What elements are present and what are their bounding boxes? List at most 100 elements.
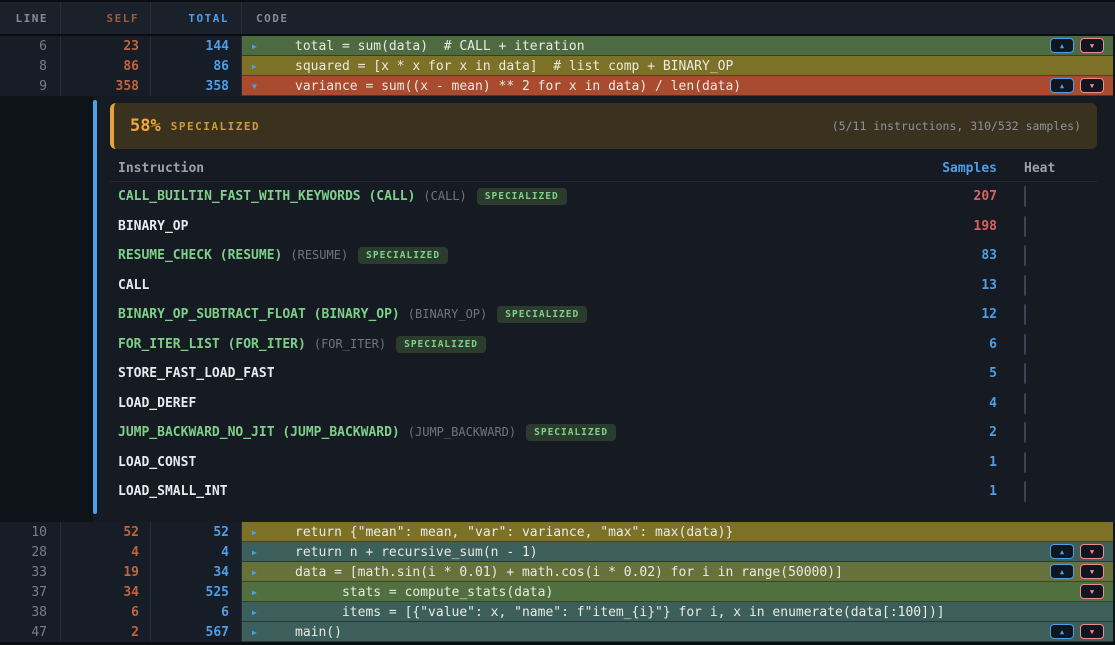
code-cell[interactable]: ▶ return {"mean": mean, "var": variance,… <box>242 522 1113 542</box>
expand-collapsed-icon[interactable]: ▶ <box>252 528 264 537</box>
heat-bar-track <box>1024 334 1026 355</box>
heat-bar-cell <box>1010 217 1097 236</box>
jump-up-button[interactable]: ▲ <box>1050 78 1074 93</box>
jump-down-button[interactable]: ▼ <box>1080 544 1104 559</box>
total-samples: 34 <box>151 562 242 582</box>
expand-collapsed-icon[interactable]: ▶ <box>252 628 264 637</box>
code-line-row-33: 33 19 34 ▶ data = [math.sin(i * 0.01) + … <box>0 562 1115 582</box>
instruction-row: LOAD_CONST 1 <box>110 448 1097 478</box>
opcode-name: CALL <box>118 278 149 293</box>
total-samples: 144 <box>151 36 242 56</box>
jump-up-button[interactable]: ▲ <box>1050 624 1074 639</box>
jump-down-button[interactable]: ▼ <box>1080 564 1104 579</box>
source-code: stats = compute_stats(data) <box>295 585 553 600</box>
code-cell[interactable]: ▶ main() ▲ ▼ <box>242 622 1113 642</box>
line-number: 10 <box>0 522 61 542</box>
line-number: 9 <box>0 76 61 96</box>
instruction-row: STORE_FAST_LOAD_FAST 5 <box>110 359 1097 389</box>
base-opcode: (RESUME) <box>290 248 348 262</box>
self-samples: 34 <box>61 582 151 602</box>
opcode-name: BINARY_OP <box>118 219 188 234</box>
heat-bar-cell <box>1010 276 1097 295</box>
header-line: LINE <box>0 2 61 34</box>
instruction-name: LOAD_DEREF <box>110 396 890 411</box>
instruction-name: CALL <box>110 278 890 293</box>
instruction-row: FOR_ITER_LIST (FOR_ITER)(FOR_ITER)SPECIA… <box>110 330 1097 360</box>
expand-collapsed-icon[interactable]: ▶ <box>252 588 264 597</box>
heat-bar-track <box>1024 304 1026 325</box>
opcode-name: FOR_ITER_LIST (FOR_ITER) <box>118 337 306 352</box>
self-samples: 86 <box>61 56 151 76</box>
heat-bar-track <box>1024 275 1026 296</box>
specialized-label: SPECIALIZED <box>171 120 260 133</box>
line-number: 6 <box>0 36 61 56</box>
panel-left-gutter <box>0 96 93 522</box>
base-opcode: (BINARY_OP) <box>408 307 487 321</box>
code-line-row-10: 10 52 52 ▶ return {"mean": mean, "var": … <box>0 522 1115 542</box>
heat-bar-cell <box>1010 305 1097 324</box>
code-cell[interactable]: ▶ items = [{"value": x, "name": f"item_{… <box>242 602 1113 622</box>
expand-collapsed-icon[interactable]: ▶ <box>252 42 264 51</box>
self-samples: 19 <box>61 562 151 582</box>
heat-bar-track <box>1024 186 1026 207</box>
jump-up-button[interactable]: ▲ <box>1050 38 1074 53</box>
specialization-banner: 58% SPECIALIZED (5/11 instructions, 310/… <box>110 103 1097 149</box>
instruction-name: BINARY_OP <box>110 219 890 234</box>
source-code: total = sum(data) # CALL + iteration <box>295 39 585 54</box>
sample-count: 5 <box>890 366 1010 381</box>
source-code: main() <box>295 625 342 640</box>
instruction-row: CALL_BUILTIN_FAST_WITH_KEYWORDS (CALL)(C… <box>110 182 1097 212</box>
expand-collapsed-icon[interactable]: ▶ <box>252 608 264 617</box>
self-samples: 2 <box>61 622 151 642</box>
sample-count: 198 <box>890 219 1010 234</box>
jump-down-button[interactable]: ▼ <box>1080 584 1104 599</box>
jump-down-button[interactable]: ▼ <box>1080 38 1104 53</box>
jump-down-button[interactable]: ▼ <box>1080 78 1104 93</box>
jump-up-button[interactable]: ▲ <box>1050 564 1074 579</box>
instruction-name: LOAD_CONST <box>110 455 890 470</box>
heat-bar-track <box>1024 363 1026 384</box>
expand-collapsed-icon[interactable]: ▶ <box>252 568 264 577</box>
code-cell[interactable]: ▶ stats = compute_stats(data) ▼ <box>242 582 1113 602</box>
specialized-badge: SPECIALIZED <box>396 336 486 353</box>
heat-bar-cell <box>1010 423 1097 442</box>
instruction-name: LOAD_SMALL_INT <box>110 484 890 499</box>
instruction-name: JUMP_BACKWARD_NO_JIT (JUMP_BACKWARD) (JUM… <box>110 424 890 441</box>
code-line-row-6: 6 23 144 ▶ total = sum(data) # CALL + it… <box>0 36 1115 56</box>
line-number: 28 <box>0 542 61 562</box>
code-cell[interactable]: ▶ squared = [x * x for x in data] # list… <box>242 56 1113 76</box>
code-cell[interactable]: ▶ return n + recursive_sum(n - 1) ▲ ▼ <box>242 542 1113 562</box>
opcode-name: LOAD_DEREF <box>118 396 196 411</box>
jump-down-button[interactable]: ▼ <box>1080 624 1104 639</box>
instruction-row: BINARY_OP 198 <box>110 212 1097 242</box>
source-code: variance = sum((x - mean) ** 2 for x in … <box>295 79 741 94</box>
heat-bar-track <box>1024 216 1026 237</box>
opcode-name: LOAD_CONST <box>118 455 196 470</box>
instruction-row: JUMP_BACKWARD_NO_JIT (JUMP_BACKWARD) (JUM… <box>110 418 1097 448</box>
opcode-name: STORE_FAST_LOAD_FAST <box>118 366 275 381</box>
heat-bar-cell <box>1010 335 1097 354</box>
instruction-row: BINARY_OP_SUBTRACT_FLOAT (BINARY_OP) (BIN… <box>110 300 1097 330</box>
sample-count: 1 <box>890 484 1010 499</box>
line-number: 38 <box>0 602 61 622</box>
header-heat: Heat <box>1010 161 1097 176</box>
code-line-row-28: 28 4 4 ▶ return n + recursive_sum(n - 1)… <box>0 542 1115 562</box>
code-cell[interactable]: ▼ variance = sum((x - mean) ** 2 for x i… <box>242 76 1113 96</box>
self-samples: 4 <box>61 542 151 562</box>
instruction-table-header: Instruction Samples Heat <box>110 156 1097 182</box>
heat-bar-track <box>1024 245 1026 266</box>
total-samples: 525 <box>151 582 242 602</box>
expand-collapsed-icon[interactable]: ▶ <box>252 548 264 557</box>
code-cell[interactable]: ▶ total = sum(data) # CALL + iteration ▲… <box>242 36 1113 56</box>
code-cell[interactable]: ▶ data = [math.sin(i * 0.01) + math.cos(… <box>242 562 1113 582</box>
specialized-badge: SPECIALIZED <box>497 306 587 323</box>
sample-count: 1 <box>890 455 1010 470</box>
opcode-name: BINARY_OP_SUBTRACT_FLOAT (BINARY_OP) <box>118 307 400 322</box>
base-opcode: (JUMP_BACKWARD) <box>408 425 516 439</box>
total-samples: 567 <box>151 622 242 642</box>
instruction-name: FOR_ITER_LIST (FOR_ITER)(FOR_ITER)SPECIA… <box>110 336 890 353</box>
expand-expanded-icon[interactable]: ▼ <box>252 82 264 91</box>
jump-up-button[interactable]: ▲ <box>1050 544 1074 559</box>
opcode-name: JUMP_BACKWARD_NO_JIT (JUMP_BACKWARD) <box>118 425 400 440</box>
expand-collapsed-icon[interactable]: ▶ <box>252 62 264 71</box>
